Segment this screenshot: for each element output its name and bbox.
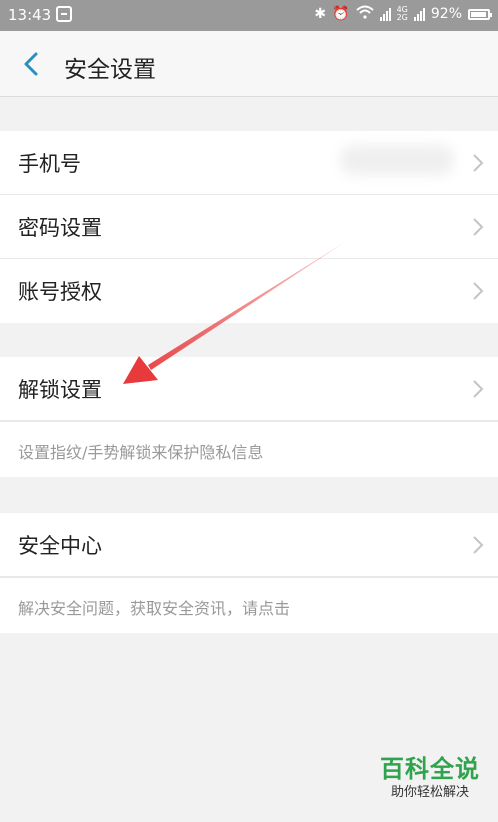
account-settings-group: 手机号 密码设置 账号授权 bbox=[0, 131, 498, 323]
signal-icon bbox=[379, 7, 391, 21]
chevron-right-icon bbox=[472, 535, 484, 555]
status-bar: 13:43 ✱ ⏰ 4G 2G 92% bbox=[0, 0, 498, 31]
wifi-icon bbox=[355, 5, 374, 23]
alarm-icon: ⏰ bbox=[332, 6, 350, 22]
scan-icon bbox=[56, 6, 72, 22]
unlock-settings-group: 解锁设置 设置指纹/手势解锁来保护隐私信息 bbox=[0, 357, 498, 477]
watermark-subtitle: 助你轻松解决 bbox=[390, 785, 469, 800]
phone-number-row[interactable]: 手机号 bbox=[0, 131, 498, 195]
status-time: 13:43 bbox=[8, 6, 52, 24]
unlock-settings-label: 解锁设置 bbox=[18, 378, 102, 402]
battery-icon bbox=[468, 8, 492, 20]
password-settings-row[interactable]: 密码设置 bbox=[0, 195, 498, 259]
blurred-phone-value bbox=[340, 145, 454, 175]
security-center-description: 解决安全问题，获取安全资讯，请点击 bbox=[0, 577, 498, 633]
account-authorization-label: 账号授权 bbox=[18, 280, 102, 304]
unlock-settings-row[interactable]: 解锁设置 bbox=[0, 357, 498, 421]
back-arrow-icon[interactable] bbox=[20, 49, 44, 79]
chevron-right-icon bbox=[472, 153, 484, 173]
phone-number-label: 手机号 bbox=[18, 152, 81, 176]
security-center-label: 安全中心 bbox=[18, 534, 102, 558]
watermark-logo: 百科全说 助你轻松解决 bbox=[368, 754, 492, 816]
security-center-group: 安全中心 解决安全问题，获取安全资讯，请点击 bbox=[0, 513, 498, 633]
bluetooth-icon: ✱ bbox=[314, 6, 327, 22]
password-settings-label: 密码设置 bbox=[18, 216, 102, 240]
network-type-badge: 4G 2G bbox=[396, 5, 408, 22]
account-authorization-row[interactable]: 账号授权 bbox=[0, 259, 498, 323]
security-center-row[interactable]: 安全中心 bbox=[0, 513, 498, 577]
chevron-right-icon bbox=[472, 217, 484, 237]
app-header: 安全设置 bbox=[0, 31, 498, 97]
unlock-settings-description: 设置指纹/手势解锁来保护隐私信息 bbox=[0, 421, 498, 477]
chevron-right-icon bbox=[472, 379, 484, 399]
signal-icon-2 bbox=[413, 7, 425, 21]
battery-percent: 92% bbox=[430, 6, 462, 22]
watermark-title: 百科全说 bbox=[380, 755, 480, 783]
status-icons: ✱ ⏰ 4G 2G 92% bbox=[314, 5, 492, 23]
chevron-right-icon bbox=[472, 281, 484, 301]
page-title: 安全设置 bbox=[64, 57, 156, 83]
